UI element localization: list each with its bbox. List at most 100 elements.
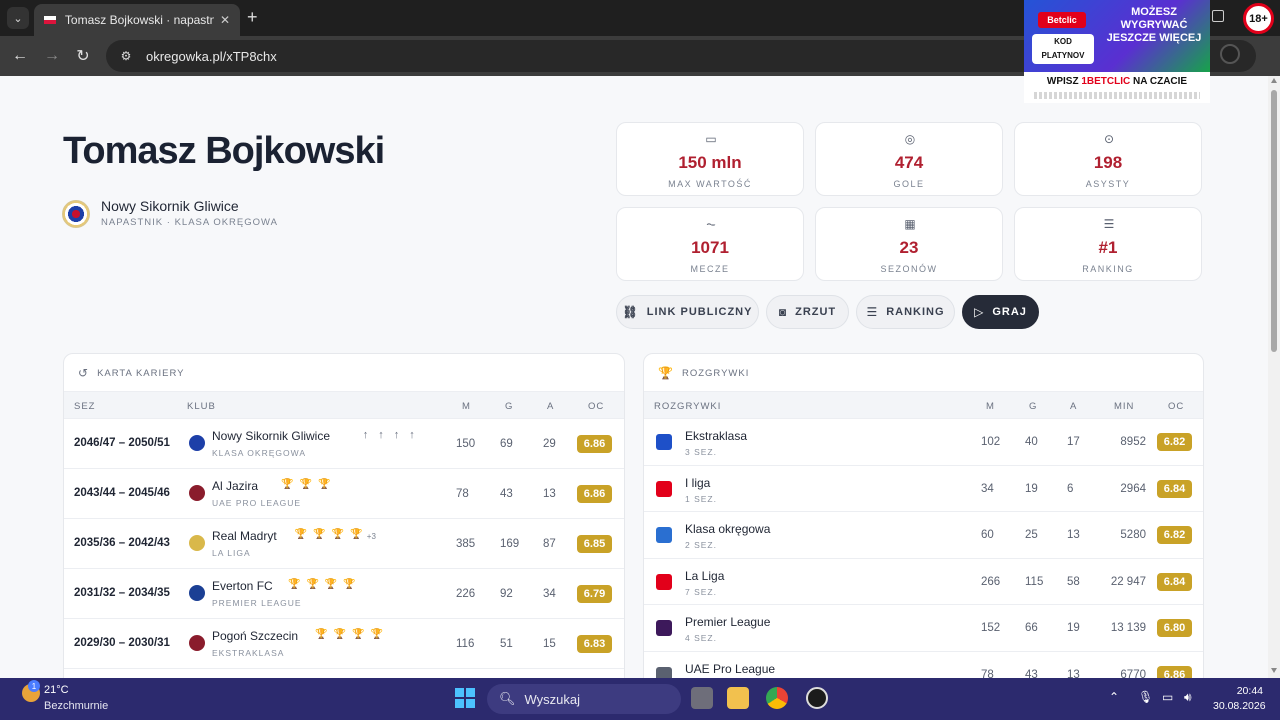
play-button[interactable]: ▷ GRAJ [962,295,1039,329]
competition-name[interactable]: La Liga [685,569,724,583]
weather-temperature[interactable]: 21°C [44,684,69,696]
panel-title: KARTA KARIERY [97,367,185,379]
club-logo-icon [189,635,205,651]
competition-name[interactable]: Ekstraklasa [685,429,747,443]
competition-logo-icon [656,666,672,678]
career-row[interactable]: 2043/44 – 2045/46 Al Jazira UAE PRO LEAGUE… [64,469,624,519]
competition-name[interactable]: Premier League [685,615,770,629]
window-restore-icon[interactable] [1212,10,1224,22]
task-view-icon[interactable] [691,687,713,709]
rating-badge: 6.80 [1157,619,1192,637]
season-range: 2046/47 – 2050/51 [74,437,170,449]
club-name[interactable]: Nowy Sikornik Gliwice [212,429,330,443]
assists: 87 [543,538,556,550]
col-m: M [986,401,995,412]
public-link-button[interactable]: ⛓ LINK PUBLICZNY [616,295,759,329]
career-row[interactable]: 2029/30 – 2030/31 Pogoń Szczecin EKSTRAKLA… [64,619,624,669]
competition-row[interactable]: Ekstraklasa 3 SEZ. 102 40 17 8952 6.82 [644,419,1203,466]
site-info-icon[interactable]: ⚙ [116,46,136,66]
obs-icon[interactable] [806,687,828,709]
back-button[interactable]: ← [8,44,32,68]
ad-call-to-action: WPISZ 1BETCLIC NA CZACIE [1024,76,1210,87]
trophies-icon: 🏆🏆🏆🏆 [315,629,389,640]
club-name[interactable]: Everton FC [212,579,273,593]
browser-tab[interactable]: Tomasz Bojkowski · napastnik · ✕ [34,4,240,36]
stat-value: 23 [899,238,919,257]
goals: 69 [500,438,513,450]
ranking-button[interactable]: ☰ RANKING [856,295,955,329]
assists: 6 [1067,482,1074,495]
competition-row[interactable]: Premier League 4 SEZ. 152 66 19 13 139 6.80 [644,605,1203,652]
screenshot-button[interactable]: ◙ ZRZUT [766,295,849,329]
tab-search-button[interactable]: ⌄ [7,7,29,29]
file-explorer-icon[interactable] [727,687,749,709]
minutes: 6770 [1120,668,1146,679]
career-row[interactable]: 2046/47 – 2050/51 Nowy Sikornik Gliwice KL… [64,419,624,469]
windows-start-icon[interactable] [455,688,475,708]
club-logo-icon [189,585,205,601]
tray-expand-icon[interactable]: ⌃ [1109,690,1119,704]
reload-button[interactable]: ↻ [71,44,95,68]
list-icon: ☰ [866,305,879,319]
assists: 13 [1067,529,1080,541]
competition-row[interactable]: I liga 1 SEZ. 34 19 6 2964 6.84 [644,466,1203,512]
competition-row[interactable]: UAE Pro League 78 43 13 6770 6.86 [644,652,1203,679]
competition-name[interactable]: Klasa okręgowa [685,522,770,536]
goals: 43 [1025,668,1038,679]
url-text: okregowka.pl/xTP8chx [146,48,277,64]
matches: 266 [981,575,1001,588]
volume-icon[interactable]: 🔊︎ [1184,690,1192,705]
club-name[interactable]: Real Madryt [212,529,277,543]
ad-code-value: PLATYNOV [1041,51,1085,60]
competition-row[interactable]: Klasa okręgowa 2 SEZ. 60 25 13 5280 6.82 [644,512,1203,559]
competition-name[interactable]: I liga [685,476,710,490]
stat-card-matches: ⏦ 1071 MECZE [616,207,804,281]
page-scrollbar[interactable] [1268,76,1280,678]
forward-button[interactable]: → [40,44,64,68]
trophies-icon: 🏆🏆🏆 [281,479,337,490]
minutes: 5280 [1120,529,1146,541]
trophy-icon: 🏆 [658,366,674,380]
rating-badge: 6.85 [577,535,612,553]
seasons-count: 7 SEZ. [685,586,717,597]
col-oc: OC [1168,401,1185,412]
ad-footer: WPISZ 1BETCLIC NA CZACIE [1024,72,1210,103]
club-name[interactable]: Nowy Sikornik Gliwice [101,198,239,214]
system-clock[interactable]: 20:44 30.08.2026 [1213,684,1266,714]
microphone-icon[interactable]: 🎙︎ [1138,690,1153,704]
league-name: PREMIER LEAGUE [212,598,302,608]
goal-icon: ◎ [904,132,916,146]
scroll-down-arrow[interactable] [1271,668,1277,673]
new-tab-button[interactable]: + [247,7,258,27]
stat-value: 474 [894,153,924,172]
ad-cta-code: 1BETCLIC [1081,76,1131,87]
stat-label: MECZE [690,264,730,274]
career-row[interactable]: 2031/32 – 2034/35 Everton FC PREMIER LEAGU… [64,569,624,619]
club-name[interactable]: Pogoń Szczecin [212,629,298,643]
money-icon: ▭ [705,132,717,146]
col-competition: ROZGRYWKI [654,401,722,412]
competition-row[interactable]: La Liga 7 SEZ. 266 115 58 22 947 6.84 [644,559,1203,605]
competition-name[interactable]: UAE Pro League [685,662,775,676]
chrome-icon[interactable] [766,687,788,709]
weather-condition[interactable]: Bezchmurnie [44,700,108,712]
rating-badge: 6.86 [577,435,612,453]
matches: 60 [981,529,994,541]
close-tab-icon[interactable]: ✕ [220,13,230,27]
stat-value: #1 [1098,238,1118,257]
career-row[interactable]: 2035/36 – 2042/43 Real Madryt LA LIGA 🏆🏆🏆🏆 +… [64,519,624,569]
scroll-thumb[interactable] [1271,90,1277,352]
ad-brand-logo: Betclic [1038,12,1086,28]
taskbar-search[interactable]: 🔍︎ Wyszukaj [487,684,681,714]
network-icon[interactable]: ▭ [1162,690,1173,704]
stat-card-ranking: ☰ #1 RANKING [1014,207,1202,281]
assists: 13 [1067,668,1080,679]
profile-avatar[interactable] [1220,44,1240,64]
club-name[interactable]: Al Jazira [212,479,258,493]
betting-ad-banner[interactable]: Betclic MOŻESZ WYGRYWAĆ JESZCZE WIĘCEJ K… [1024,0,1210,103]
matches: 116 [456,638,475,650]
stat-label: RANKING [1082,264,1134,274]
scroll-up-arrow[interactable] [1271,78,1277,83]
calendar-icon: ▦ [904,217,916,231]
club-logo [62,200,90,228]
